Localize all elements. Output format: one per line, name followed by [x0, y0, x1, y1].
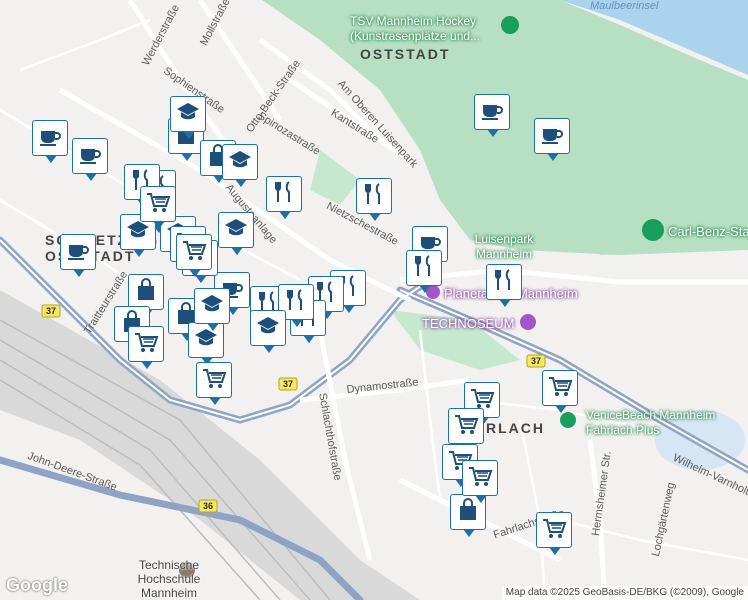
gym-icon[interactable] — [560, 412, 576, 428]
school-marker[interactable] — [222, 144, 258, 187]
school-icon — [199, 291, 225, 322]
restaurant-marker[interactable] — [406, 250, 442, 293]
cafe-marker[interactable] — [474, 94, 510, 137]
school-marker[interactable] — [218, 212, 254, 255]
school-marker[interactable] — [170, 96, 206, 139]
grocery-marker[interactable] — [176, 234, 212, 277]
grocery-marker[interactable] — [542, 370, 578, 413]
stadium-icon[interactable] — [642, 219, 664, 241]
grocery-marker[interactable] — [140, 186, 176, 229]
poi-label-technoseum[interactable]: TECHNOSEUM — [422, 316, 514, 331]
grocery-marker[interactable] — [196, 362, 232, 405]
route-shield-37-b: 37 — [283, 379, 293, 389]
poi-label-th-mannheim[interactable]: Technische Hochschule Mannheim — [114, 558, 224, 600]
cafe-marker[interactable] — [72, 138, 108, 181]
school-icon — [255, 313, 281, 344]
restaurant-icon — [283, 287, 309, 318]
poi-label-venicebeach[interactable]: VeniceBeach Mannheim Fahrlach Plus — [586, 408, 736, 438]
school-icon — [175, 99, 201, 130]
museum-icon-technoseum[interactable] — [520, 314, 536, 330]
restaurant-icon — [491, 267, 517, 298]
school-marker[interactable] — [250, 310, 286, 353]
grocery-icon — [133, 329, 159, 360]
grocery-marker[interactable] — [462, 460, 498, 503]
attribution[interactable]: Map data ©2025 GeoBasis-DE/BKG (©2009), … — [501, 586, 748, 600]
cafe-icon — [539, 121, 565, 152]
restaurant-icon — [271, 179, 297, 210]
route-shield-37-c: 37 — [531, 356, 541, 366]
shopping-icon — [133, 277, 159, 308]
water-label: Maulbeerinsel — [590, 0, 659, 12]
cafe-marker[interactable] — [60, 234, 96, 277]
district-label-oststadt: OSTSTADT — [360, 46, 451, 62]
school-icon — [227, 147, 253, 178]
cafe-icon — [77, 141, 103, 172]
poi-label-carl-benz[interactable]: Carl-Benz-Stadion — [668, 224, 748, 239]
road-luisenring — [399, 267, 748, 285]
cafe-marker[interactable] — [534, 118, 570, 161]
restaurant-marker[interactable] — [486, 264, 522, 307]
poi-label-luisenpark[interactable]: Luisenpark Mannheim — [464, 232, 544, 262]
park-west — [310, 150, 360, 205]
park-carlbenz — [590, 175, 720, 255]
restaurant-marker[interactable] — [356, 178, 392, 221]
google-logo: Google — [6, 575, 68, 595]
grocery-icon — [181, 237, 207, 268]
grocery-icon — [547, 373, 573, 404]
cafe-icon — [479, 97, 505, 128]
grocery-icon — [541, 515, 567, 546]
cafe-icon — [37, 123, 63, 154]
grocery-marker[interactable] — [536, 512, 572, 555]
restaurant-marker[interactable] — [266, 176, 302, 219]
restaurant-icon — [361, 181, 387, 212]
grocery-icon — [467, 463, 493, 494]
route-shield-36: 36 — [203, 501, 213, 511]
shopping-marker[interactable] — [128, 274, 164, 317]
school-icon — [223, 215, 249, 246]
grocery-icon — [145, 189, 171, 220]
cafe-marker[interactable] — [32, 120, 68, 163]
poi-label-tsv-hockey[interactable]: TSV Mannheim Hockey (Kunstrasenplätze un… — [350, 14, 510, 44]
route-shield-37-a: 37 — [46, 306, 56, 316]
grocery-icon — [453, 411, 479, 442]
school-marker[interactable] — [194, 288, 230, 331]
grocery-icon — [201, 365, 227, 396]
cafe-icon — [65, 237, 91, 268]
grocery-marker[interactable] — [128, 326, 164, 369]
restaurant-icon — [411, 253, 437, 284]
grocery-marker[interactable] — [448, 408, 484, 451]
